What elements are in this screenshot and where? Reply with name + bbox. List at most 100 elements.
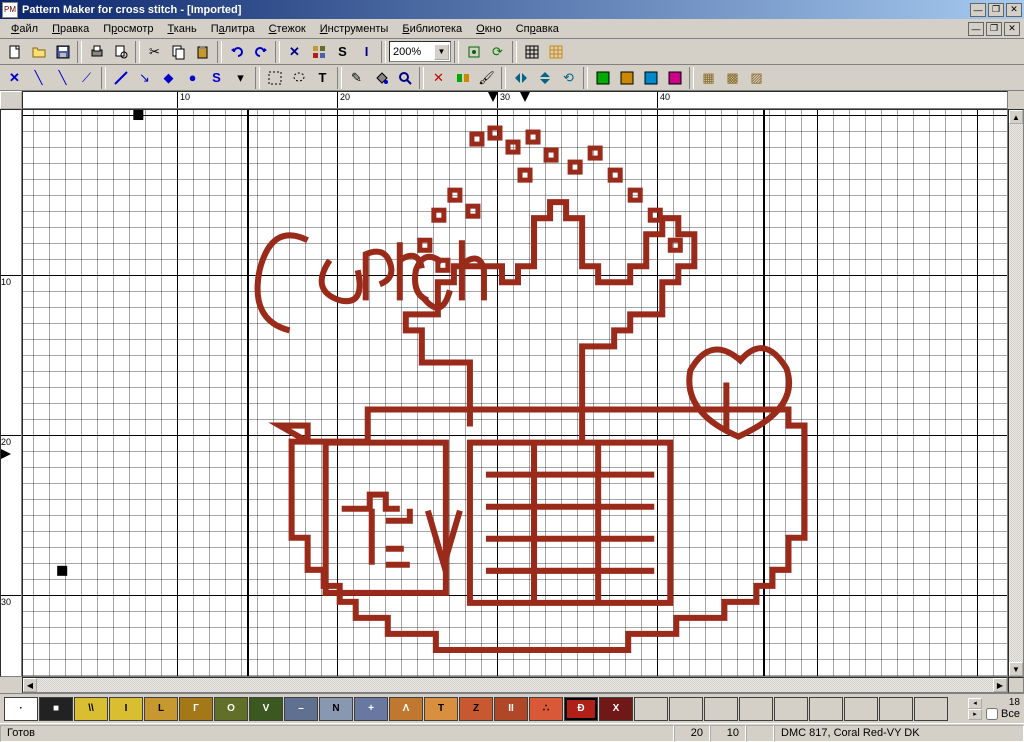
flip-v-button[interactable] bbox=[533, 67, 556, 89]
palette-cell-5[interactable]: Г bbox=[179, 697, 213, 721]
select-rect-button[interactable] bbox=[263, 67, 286, 89]
ruler-h-marker[interactable] bbox=[488, 92, 498, 102]
refresh-button[interactable]: ⟳ bbox=[486, 41, 509, 63]
palette-cell-11[interactable]: Λ bbox=[389, 697, 423, 721]
palette-cell-14[interactable]: II bbox=[494, 697, 528, 721]
zoom-combo[interactable]: 200%▼ bbox=[389, 41, 451, 62]
quarter-stitch-button[interactable]: ╲ bbox=[51, 67, 74, 89]
canvas[interactable] bbox=[22, 109, 1008, 677]
scroll-up-icon[interactable]: ▲ bbox=[1009, 110, 1023, 124]
menu-library[interactable]: Библиотека bbox=[395, 21, 469, 37]
palette-empty[interactable] bbox=[774, 697, 808, 721]
petite-stitch-button[interactable]: ⟋ bbox=[75, 67, 98, 89]
palette-cell-10[interactable]: + bbox=[354, 697, 388, 721]
extra1-button[interactable]: ▦ bbox=[697, 67, 720, 89]
palette-cell-8[interactable]: – bbox=[284, 697, 318, 721]
palette-cell-6[interactable]: O bbox=[214, 697, 248, 721]
all-checkbox[interactable]: Все bbox=[986, 708, 1020, 720]
extra2-button[interactable]: ▩ bbox=[721, 67, 744, 89]
zoom-dropdown-icon[interactable]: ▼ bbox=[434, 44, 449, 60]
palette-cell-15[interactable]: ∴ bbox=[529, 697, 563, 721]
menu-window[interactable]: Окно bbox=[469, 21, 509, 37]
palette-empty[interactable] bbox=[879, 697, 913, 721]
replace-tool-button[interactable] bbox=[451, 67, 474, 89]
extra3-button[interactable]: ▨ bbox=[745, 67, 768, 89]
center-button[interactable] bbox=[462, 41, 485, 63]
bead-button[interactable]: ● bbox=[181, 67, 204, 89]
pattern-lib4-button[interactable] bbox=[663, 67, 686, 89]
palette-empty[interactable] bbox=[669, 697, 703, 721]
eyedropper-button[interactable]: ✎ bbox=[345, 67, 368, 89]
back-stitch-button[interactable] bbox=[109, 67, 132, 89]
special-dropdown[interactable]: ▾ bbox=[229, 67, 252, 89]
minimize-button[interactable]: — bbox=[970, 3, 986, 17]
palette-cell-4[interactable]: L bbox=[144, 697, 178, 721]
palette-cell-13[interactable]: Z bbox=[459, 697, 493, 721]
fill-button[interactable] bbox=[369, 67, 392, 89]
brush-tool-button[interactable]: 🖌 bbox=[475, 67, 498, 89]
cut-button[interactable]: ✂ bbox=[143, 41, 166, 63]
paste-button[interactable] bbox=[191, 41, 214, 63]
palette-left-icon[interactable]: ◂ bbox=[968, 698, 982, 709]
palette-nav[interactable]: ◂ ▸ bbox=[968, 698, 982, 720]
french-knot-button[interactable]: ◆ bbox=[157, 67, 180, 89]
palette-cell-17[interactable]: X bbox=[599, 697, 633, 721]
palette-empty[interactable] bbox=[739, 697, 773, 721]
palette-cell-12[interactable]: T bbox=[424, 697, 458, 721]
menu-tools[interactable]: Инструменты bbox=[313, 21, 396, 37]
palette-cell-16[interactable]: Ð bbox=[564, 697, 598, 721]
save-button[interactable] bbox=[51, 41, 74, 63]
palette-empty[interactable] bbox=[914, 697, 948, 721]
undo-button[interactable] bbox=[225, 41, 248, 63]
new-button[interactable] bbox=[3, 41, 26, 63]
scroll-right-icon[interactable]: ▶ bbox=[993, 678, 1007, 692]
view-stitches-button[interactable]: ✕ bbox=[283, 41, 306, 63]
select-lasso-button[interactable] bbox=[287, 67, 310, 89]
full-stitch-button[interactable]: ✕ bbox=[3, 67, 26, 89]
menu-help[interactable]: Справка bbox=[509, 21, 566, 37]
ruler-v-marker[interactable] bbox=[1, 449, 11, 459]
print-preview-button[interactable] bbox=[109, 41, 132, 63]
palette-cell-2[interactable]: \\ bbox=[74, 697, 108, 721]
long-stitch-button[interactable]: ↘ bbox=[133, 67, 156, 89]
palette-empty[interactable] bbox=[634, 697, 668, 721]
zoom-tool-button[interactable] bbox=[393, 67, 416, 89]
print-button[interactable] bbox=[85, 41, 108, 63]
doc-close-button[interactable]: ✕ bbox=[1004, 22, 1020, 36]
special-stitch-button[interactable]: S bbox=[205, 67, 228, 89]
redo-button[interactable] bbox=[249, 41, 272, 63]
menu-stitch[interactable]: Стежок bbox=[262, 21, 313, 37]
vertical-ruler[interactable]: 10 20 30 40 bbox=[0, 109, 22, 677]
palette-empty[interactable] bbox=[704, 697, 738, 721]
pattern-lib2-button[interactable] bbox=[615, 67, 638, 89]
remove-x-button[interactable]: ✕ bbox=[427, 67, 450, 89]
palette-cell-1[interactable]: ■ bbox=[39, 697, 73, 721]
view-solid-button[interactable]: S bbox=[331, 41, 354, 63]
ruler-h-marker[interactable] bbox=[520, 92, 530, 102]
menu-fabric[interactable]: Ткань bbox=[160, 21, 203, 37]
palette-empty[interactable] bbox=[844, 697, 878, 721]
view-info-button[interactable]: I bbox=[355, 41, 378, 63]
palette-cell-7[interactable]: V bbox=[249, 697, 283, 721]
ruler-grid-button[interactable] bbox=[544, 41, 567, 63]
scroll-down-icon[interactable]: ▼ bbox=[1009, 662, 1023, 676]
palette-cell-9[interactable]: N bbox=[319, 697, 353, 721]
open-button[interactable] bbox=[27, 41, 50, 63]
menu-view[interactable]: Просмотр bbox=[96, 21, 160, 37]
horizontal-scrollbar[interactable]: ◀ ▶ bbox=[22, 677, 1008, 693]
menu-palette[interactable]: Палитра bbox=[204, 21, 262, 37]
view-symbols-button[interactable] bbox=[307, 41, 330, 63]
palette-empty[interactable] bbox=[809, 697, 843, 721]
menu-file[interactable]: Файл bbox=[4, 21, 45, 37]
palette-cell-0[interactable]: · bbox=[4, 697, 38, 721]
copy-button[interactable] bbox=[167, 41, 190, 63]
grid-button[interactable] bbox=[520, 41, 543, 63]
palette-cell-3[interactable]: I bbox=[109, 697, 143, 721]
flip-h-button[interactable] bbox=[509, 67, 532, 89]
palette-right-icon[interactable]: ▸ bbox=[968, 709, 982, 720]
doc-minimize-button[interactable]: — bbox=[968, 22, 984, 36]
pattern-lib1-button[interactable] bbox=[591, 67, 614, 89]
half-stitch-button[interactable]: ╲ bbox=[27, 67, 50, 89]
doc-maximize-button[interactable]: ❐ bbox=[986, 22, 1002, 36]
menu-edit[interactable]: Правка bbox=[45, 21, 96, 37]
